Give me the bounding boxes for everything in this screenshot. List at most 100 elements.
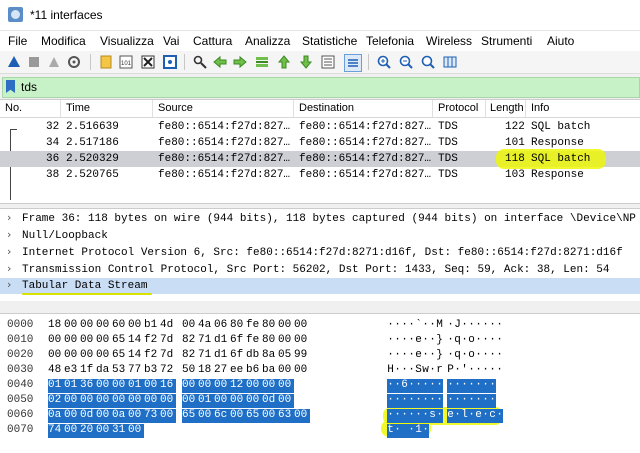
detail-row-ipv6[interactable]: › Internet Protocol Version 6, Src: fe80… [0, 245, 640, 261]
resize-columns-icon[interactable] [442, 54, 458, 70]
hex-byte[interactable]: 00 [64, 424, 80, 438]
hex-byte[interactable]: 00 [182, 379, 198, 393]
ascii-char[interactable]: · [496, 319, 503, 333]
hex-byte[interactable]: 01 [48, 379, 64, 393]
ascii-char[interactable]: · [489, 319, 496, 333]
go-to-packet-icon[interactable] [254, 54, 270, 70]
go-first-icon[interactable] [276, 54, 292, 70]
hex-byte[interactable]: 80 [262, 334, 278, 348]
ascii-char[interactable]: · [429, 364, 436, 378]
hex-byte[interactable]: 63 [278, 409, 294, 423]
menu-cattura[interactable]: Cattura [193, 34, 232, 48]
hex-byte[interactable]: 31 [112, 424, 128, 438]
hex-byte[interactable]: 02 [48, 394, 64, 408]
hex-row[interactable]: 0030 48 e3 1f da 53 77 b3 72 50 18 27 ee b6 ba 00 00 H · · ·… [0, 363, 640, 378]
zoom-reset-icon[interactable] [420, 54, 436, 70]
hex-byte[interactable]: ba [262, 364, 278, 378]
hex-byte[interactable]: 18 [48, 319, 64, 333]
ascii-char[interactable]: · [475, 349, 482, 363]
ascii-char[interactable]: } [436, 334, 443, 348]
ascii-char[interactable]: q [454, 334, 461, 348]
ascii-char[interactable]: · [394, 319, 401, 333]
ascii-char[interactable]: · [408, 364, 415, 378]
hex-byte[interactable]: 01 [128, 379, 144, 393]
hex-byte[interactable]: e3 [64, 364, 80, 378]
detail-row-tds[interactable]: › Tabular Data Stream [0, 278, 640, 295]
ascii-char[interactable]: · [496, 349, 503, 363]
ascii-char[interactable]: · [475, 394, 482, 408]
ascii-char[interactable]: · [496, 334, 503, 348]
hex-byte[interactable]: 00 [230, 409, 246, 423]
menu-statistiche[interactable]: Statistiche [302, 34, 357, 48]
ascii-char[interactable]: · [429, 334, 436, 348]
hex-byte[interactable]: d1 [214, 349, 230, 363]
ascii-char[interactable]: · [422, 349, 429, 363]
ascii-char[interactable]: · [461, 319, 468, 333]
ascii-char[interactable]: · [482, 319, 489, 333]
hex-row[interactable]: 0000 18 00 00 00 60 00 b1 4d 00 4a 06 80 fe 80 00 00 · · · ·… [0, 318, 640, 333]
hex-byte[interactable]: 4d [160, 319, 176, 333]
ascii-char[interactable]: · [408, 409, 415, 423]
ascii-char[interactable]: · [415, 394, 422, 408]
hex-row[interactable]: 0040 01 01 36 00 00 01 00 16 00 00 00 12 00 00 00 · · 6 · · ·… [0, 378, 640, 393]
shark-fin-start-icon[interactable] [6, 54, 22, 70]
display-filter-input[interactable] [21, 79, 621, 95]
ascii-char[interactable]: · [447, 334, 454, 348]
hex-byte[interactable]: 8a [262, 349, 278, 363]
hex-byte[interactable]: d1 [214, 334, 230, 348]
hex-byte[interactable]: 00 [80, 394, 96, 408]
ascii-char[interactable]: · [408, 334, 415, 348]
menu-strumenti[interactable]: Strumenti [481, 34, 532, 48]
ascii-char[interactable]: · [422, 409, 429, 423]
ascii-char[interactable]: · [454, 364, 461, 378]
ascii-char[interactable]: · [496, 409, 503, 423]
hex-byte[interactable]: 00 [64, 334, 80, 348]
hex-byte[interactable]: fe [246, 334, 262, 348]
expand-chevron-icon[interactable]: › [7, 211, 11, 224]
ascii-char[interactable]: · [489, 394, 496, 408]
ascii-char[interactable]: · [429, 379, 436, 393]
hex-row[interactable]: 0020 00 00 00 00 65 14 f2 7d 82 71 d1 6f db 8a 05 99 · · · ·… [0, 348, 640, 363]
ascii-char[interactable]: · [436, 409, 443, 423]
hex-byte[interactable]: 00 [198, 379, 214, 393]
hex-byte[interactable]: ee [230, 364, 246, 378]
close-file-icon[interactable] [140, 54, 156, 70]
ascii-char[interactable]: · [482, 364, 489, 378]
ascii-char[interactable]: · [422, 319, 429, 333]
ascii-char[interactable]: · [408, 424, 415, 438]
hex-byte[interactable]: 36 [80, 379, 96, 393]
ascii-char[interactable]: 6 [401, 379, 408, 393]
ascii-char[interactable]: · [387, 409, 394, 423]
hex-byte[interactable]: 00 [262, 379, 278, 393]
ascii-char[interactable]: S [415, 364, 422, 378]
ascii-char[interactable]: e [415, 334, 422, 348]
hex-byte[interactable]: 74 [48, 424, 64, 438]
stop-icon[interactable] [26, 54, 42, 70]
hex-byte[interactable]: 0a [112, 409, 128, 423]
hex-byte[interactable]: f2 [144, 349, 160, 363]
hex-byte[interactable]: 00 [64, 394, 80, 408]
hex-byte[interactable]: 65 [246, 409, 262, 423]
hex-byte[interactable]: 00 [112, 394, 128, 408]
menu-visualizza[interactable]: Visualizza [100, 34, 154, 48]
ascii-char[interactable]: e [415, 349, 422, 363]
hex-byte[interactable]: 4a [198, 319, 214, 333]
zoom-in-icon[interactable] [376, 54, 392, 70]
hex-byte[interactable]: 00 [198, 409, 214, 423]
ascii-char[interactable]: · [489, 379, 496, 393]
hex-byte[interactable]: 00 [214, 379, 230, 393]
ascii-char[interactable]: · [401, 319, 408, 333]
menu-telefonia[interactable]: Telefonia [366, 34, 414, 48]
go-last-icon[interactable] [298, 54, 314, 70]
bookmark-icon[interactable] [6, 80, 15, 93]
hex-byte[interactable]: f2 [144, 334, 160, 348]
hex-byte[interactable]: 65 [182, 409, 198, 423]
hex-byte[interactable]: 01 [64, 379, 80, 393]
ascii-char[interactable]: · [482, 334, 489, 348]
hex-byte[interactable]: 65 [112, 334, 128, 348]
ascii-char[interactable]: c [489, 409, 496, 423]
column-header-length[interactable]: Length [490, 102, 524, 114]
open-file-icon[interactable] [98, 54, 114, 70]
ascii-char[interactable]: P [447, 364, 454, 378]
hex-byte[interactable]: 16 [160, 379, 176, 393]
